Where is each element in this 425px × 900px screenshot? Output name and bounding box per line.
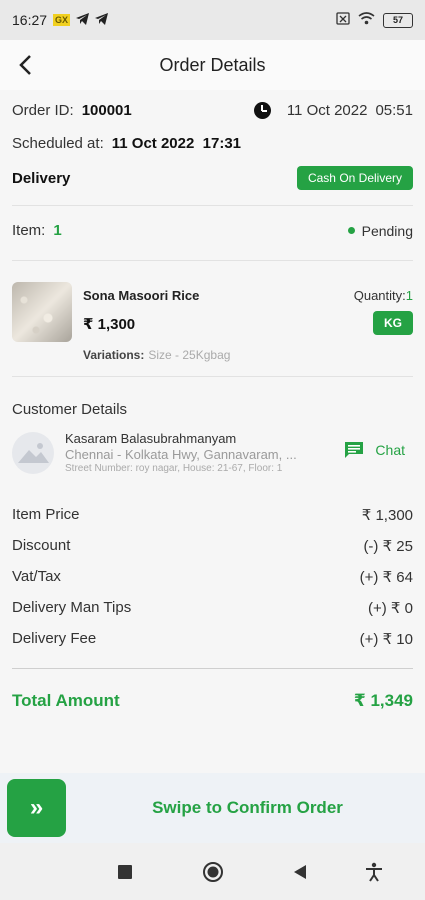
- double-chevron-right-icon: »: [29, 794, 44, 821]
- variations-label: Variations:: [83, 348, 145, 362]
- order-date: 11 Oct 2022: [286, 102, 368, 119]
- summary-value: ₹ 1,300: [361, 507, 413, 524]
- chevron-left-icon: [19, 55, 31, 75]
- summary-label: Discount: [12, 537, 71, 554]
- delivery-row: Delivery Cash On Delivery: [12, 166, 413, 190]
- triangle-left-icon: [294, 865, 306, 879]
- swipe-label: Swipe to Confirm Order: [152, 798, 343, 817]
- system-nav-bar: [0, 843, 425, 900]
- payment-method-badge: Cash On Delivery: [296, 166, 413, 190]
- summary-row: Discount (-) ₹ 25: [12, 537, 413, 555]
- accessibility-icon: [366, 862, 382, 882]
- customer-address: Chennai - Kolkata Hwy, Gannavaram, ...: [65, 447, 297, 462]
- status-bar: 16:27 GX 57: [0, 0, 425, 40]
- sim-off-icon: [336, 12, 350, 28]
- scheduled-value: 11 Oct 2022 17:31: [111, 135, 242, 152]
- order-type: Delivery: [12, 169, 71, 187]
- order-time: 05:51: [375, 102, 413, 119]
- product-variations: Variations: Size - 25Kgbag: [83, 348, 230, 362]
- summary-row: Delivery Fee (+) ₹ 10: [12, 630, 413, 648]
- customer-street: Street Number: roy nagar, House: 21-67, …: [65, 463, 283, 474]
- item-row: Item: 1 Pending: [12, 222, 413, 239]
- scheduled-label: Scheduled at:: [12, 135, 104, 152]
- product-quantity: Quantity:1: [354, 288, 413, 303]
- summary-value: (-) ₹ 25: [363, 538, 413, 555]
- summary-label: Delivery Fee: [12, 630, 97, 647]
- product-name: Sona Masoori Rice: [83, 288, 200, 303]
- summary-row: Item Price ₹ 1,300: [12, 506, 413, 524]
- divider: [12, 668, 413, 669]
- accessibility-button[interactable]: [363, 862, 385, 882]
- back-nav-button[interactable]: [289, 862, 311, 882]
- chat-icon: [345, 442, 364, 458]
- summary-row: Vat/Tax (+) ₹ 64: [12, 568, 413, 586]
- item-label: Item:: [12, 222, 46, 239]
- telegram-icon: [95, 12, 109, 28]
- swipe-to-confirm-slider[interactable]: » Swipe to Confirm Order: [0, 773, 425, 843]
- wifi-icon: [358, 12, 375, 28]
- quantity-label: Quantity:: [353, 288, 406, 303]
- divider: [12, 260, 413, 261]
- scheduled-row: Scheduled at: 11 Oct 2022 17:31: [12, 135, 241, 152]
- circle-icon: [203, 862, 223, 882]
- avatar: [12, 432, 54, 474]
- customer-name: Kasaram Balasubrahmanyam: [65, 431, 237, 446]
- summary-label: Vat/Tax: [12, 568, 61, 585]
- product-item: Sona Masoori Rice ₹ 1,300 Variations: Siz…: [12, 282, 413, 372]
- app-bar: Order Details: [0, 40, 425, 90]
- home-button[interactable]: [202, 862, 224, 882]
- status-badge: Pending: [347, 222, 413, 239]
- status-text: Pending: [361, 222, 413, 239]
- summary-label: Delivery Man Tips: [12, 599, 132, 616]
- total-label: Total Amount: [12, 691, 120, 710]
- order-id-row: Order ID: 100001 11 Oct 2022 05:51: [12, 102, 413, 119]
- item-count: 1: [53, 222, 62, 239]
- summary-value: (+) ₹ 64: [359, 569, 413, 586]
- status-dot: [347, 227, 355, 234]
- total-value: ₹ 1,349: [353, 691, 413, 710]
- product-price: ₹ 1,300: [83, 316, 136, 333]
- customer-card: Kasaram Balasubrahmanyam Chennai - Kolka…: [12, 430, 413, 480]
- status-time: 16:27: [12, 12, 48, 28]
- order-id-value: 100001: [81, 102, 132, 119]
- summary-row: Delivery Man Tips (+) ₹ 0: [12, 599, 413, 617]
- summary-value: (+) ₹ 0: [368, 600, 413, 617]
- unit-badge: KG: [373, 311, 413, 335]
- battery-icon: 57: [383, 12, 413, 28]
- telegram-icon: [76, 12, 90, 28]
- quantity-value: 1: [405, 288, 413, 303]
- status-app-badge: GX: [53, 14, 71, 26]
- customer-details-title: Customer Details: [12, 401, 128, 418]
- square-icon: [118, 865, 132, 879]
- chat-label: Chat: [375, 442, 405, 458]
- page-title: Order Details: [159, 54, 266, 75]
- back-button[interactable]: [0, 40, 50, 90]
- summary-label: Item Price: [12, 506, 80, 523]
- chat-button[interactable]: Chat: [344, 441, 405, 459]
- total-amount-row: Total Amount ₹ 1,349: [12, 691, 413, 711]
- divider: [12, 205, 413, 206]
- recents-button[interactable]: [114, 862, 136, 882]
- summary-value: (+) ₹ 10: [359, 631, 413, 648]
- order-id-label: Order ID:: [12, 102, 74, 119]
- image-placeholder-icon: [18, 443, 49, 463]
- divider: [12, 376, 413, 377]
- swipe-handle[interactable]: »: [7, 779, 66, 837]
- product-image: [12, 282, 72, 342]
- clock-icon: [253, 102, 271, 119]
- variations-value: Size - 25Kgbag: [148, 348, 231, 362]
